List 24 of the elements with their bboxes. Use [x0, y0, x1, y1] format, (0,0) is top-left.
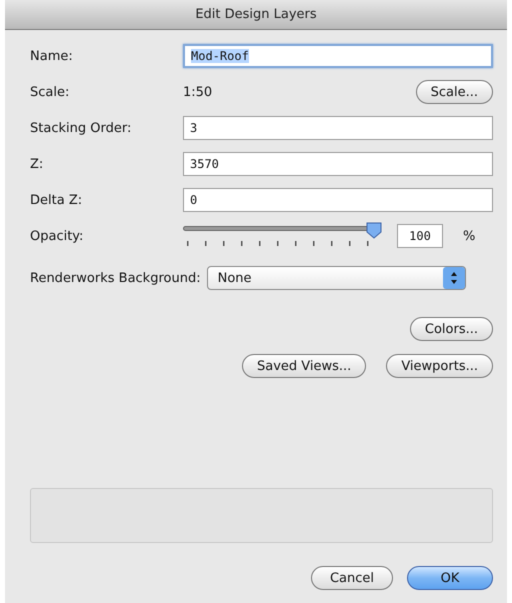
field-label: Scale: [30, 84, 70, 100]
background-dropdown[interactable]: None [206, 266, 466, 290]
ok-button[interactable]: OK [407, 566, 493, 590]
text-field[interactable]: 3570 [183, 152, 493, 176]
text-field[interactable]: 0 [183, 188, 493, 212]
text-field[interactable]: 3 [183, 116, 493, 140]
field-label: Z: [30, 156, 44, 172]
field-label: Delta Z: [30, 192, 84, 208]
field-label: Renderworks Background: [30, 270, 201, 286]
text-field[interactable]: Mod-Roof [183, 44, 493, 68]
cancel-button[interactable]: Cancel [310, 566, 393, 590]
stepper-arrows-icon [442, 267, 465, 289]
scale-value: 1:50 [183, 84, 214, 100]
field-label: Opacity: [30, 228, 84, 244]
unit-label: % [463, 228, 476, 244]
window-title: Edit Design Layers [5, 0, 507, 30]
field-label: Stacking Order: [30, 120, 132, 136]
opacity-field[interactable]: 100 [397, 224, 443, 248]
dialog-button[interactable]: Colors... [410, 317, 493, 341]
scale-button[interactable]: Scale... [416, 80, 493, 104]
dialog-button[interactable]: Viewports... [386, 354, 493, 378]
field-label: Name: [30, 48, 74, 64]
dialog-button[interactable]: Saved Views... [242, 354, 366, 378]
slider-thumb[interactable] [365, 221, 383, 239]
